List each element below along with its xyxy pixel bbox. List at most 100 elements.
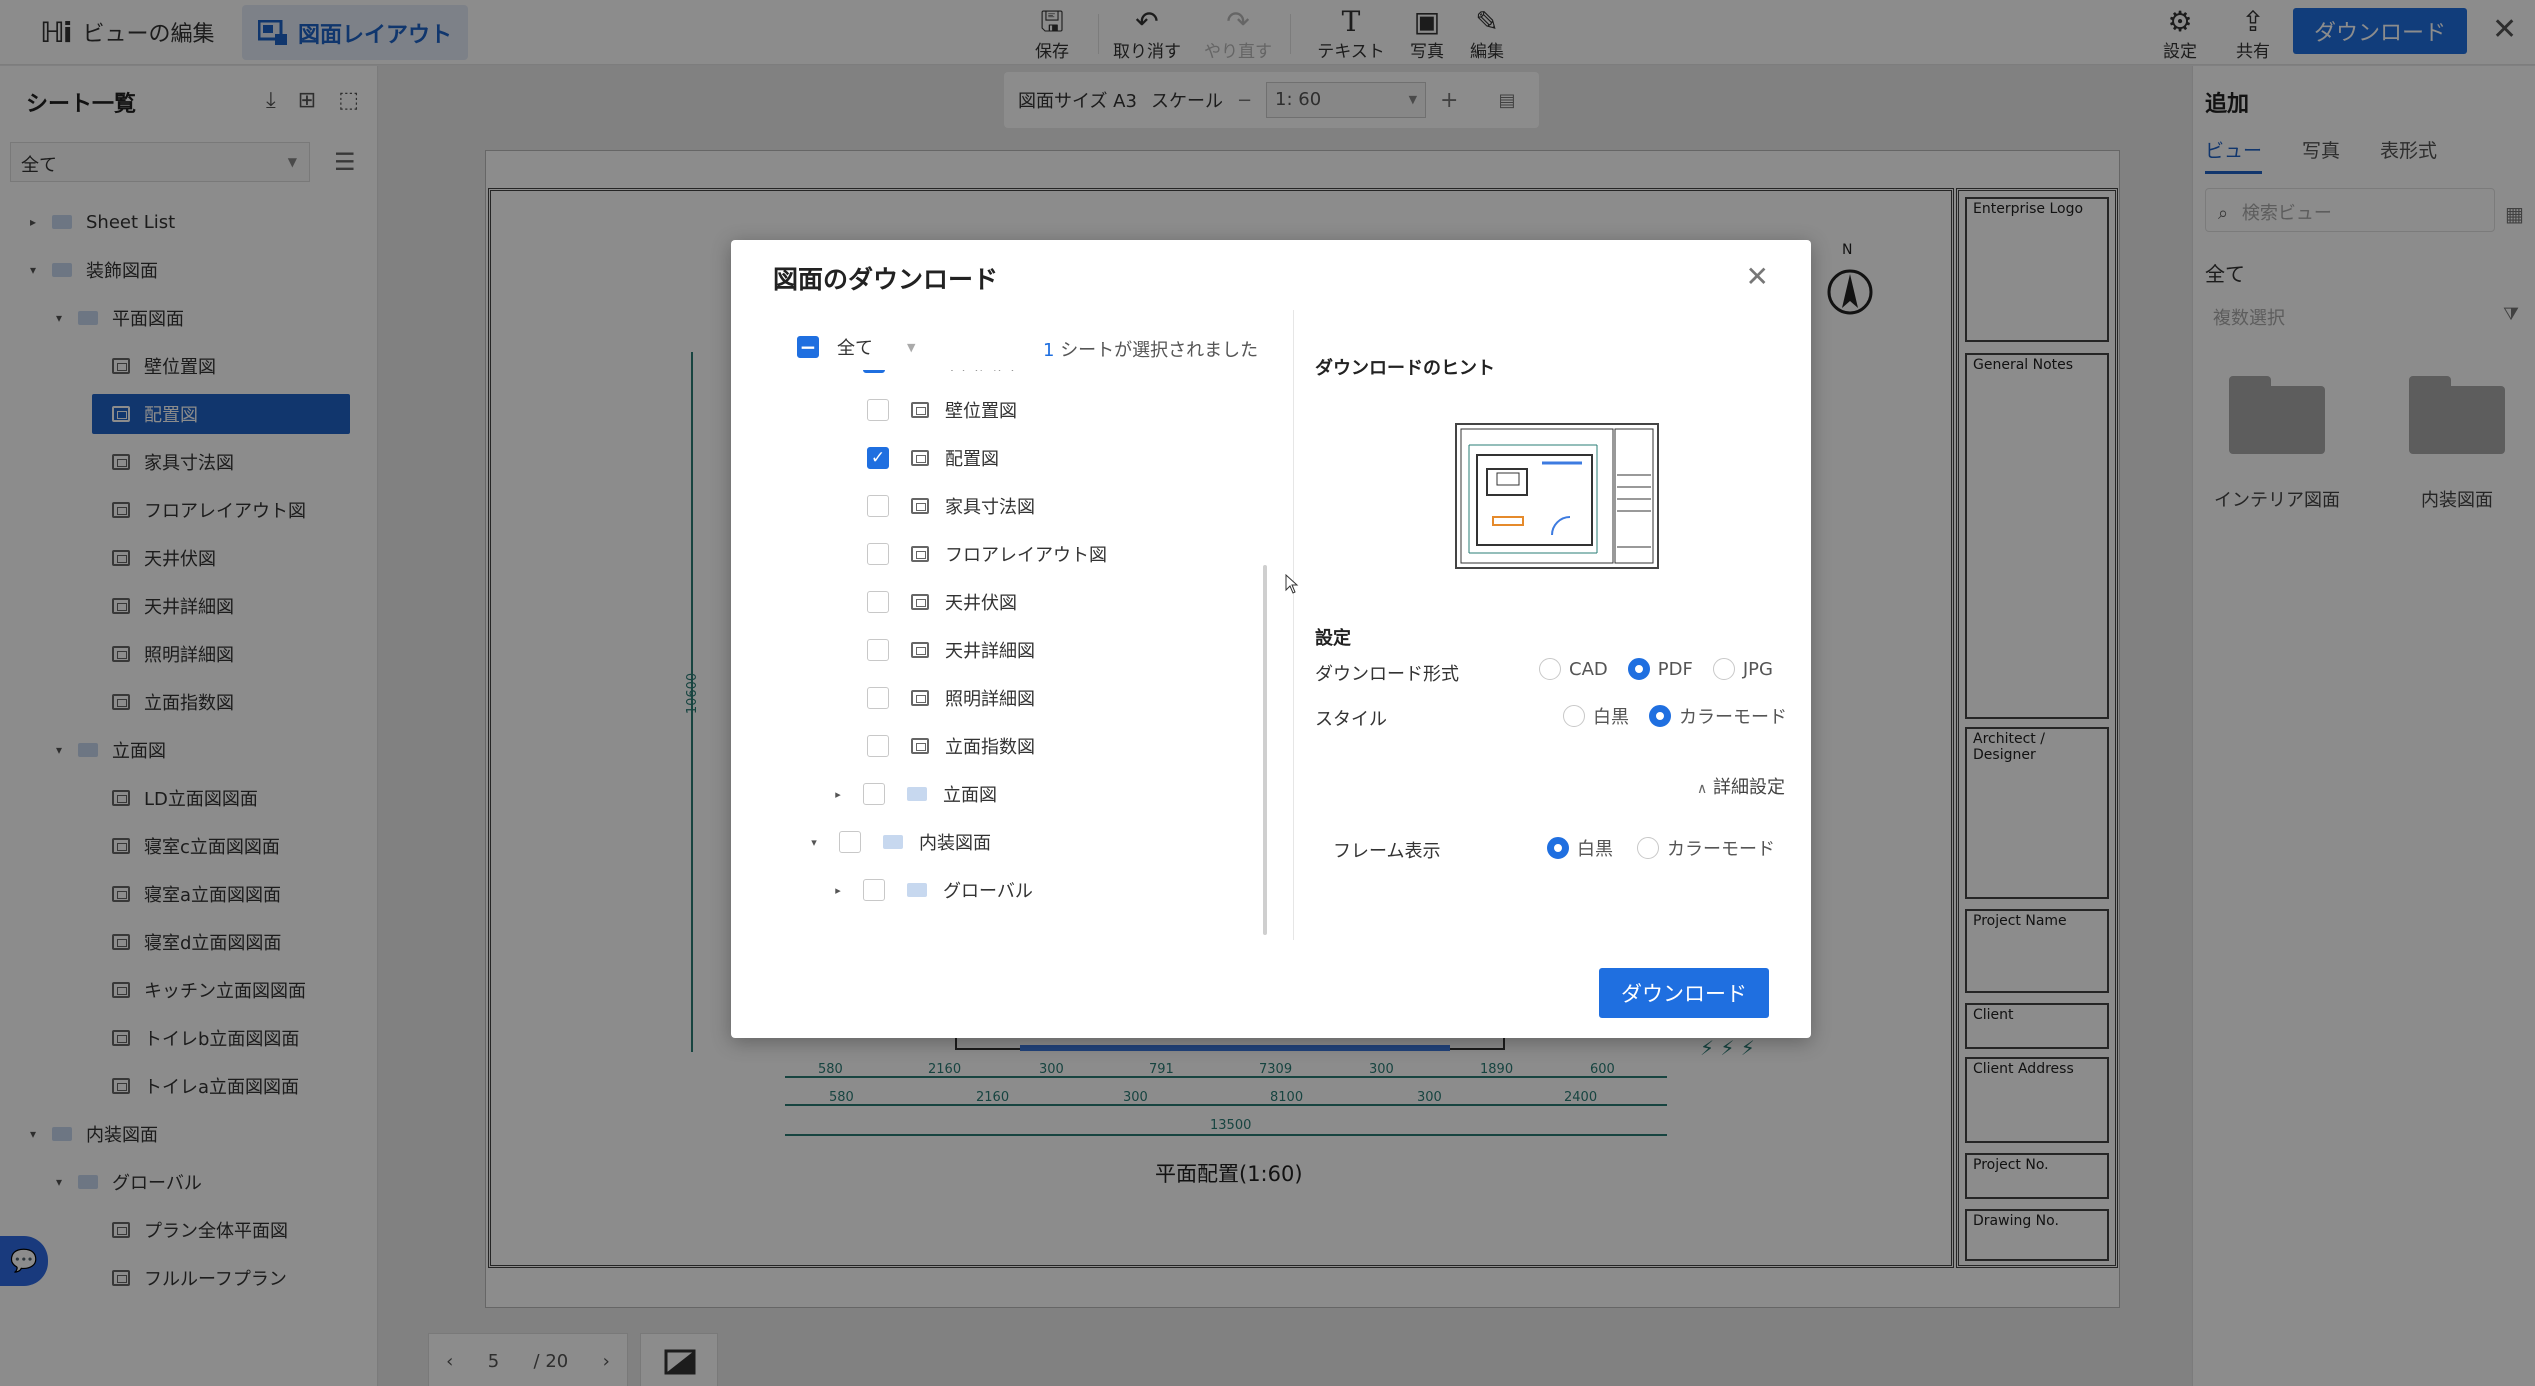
sheet-checkbox[interactable]	[839, 831, 861, 853]
download-tree-label: 家具寸法図	[945, 497, 1035, 518]
sheet-checkbox[interactable]	[867, 591, 889, 613]
download-tree-folder[interactable]: ▾−平面図面	[831, 370, 1015, 382]
download-tree-label: 天井伏図	[945, 593, 1017, 614]
radio-dot	[1547, 837, 1569, 859]
hint-preview-image	[1460, 428, 1654, 564]
download-tree-item[interactable]: 天井詳細図	[867, 630, 1035, 670]
sheet-checkbox[interactable]	[863, 783, 885, 805]
download-hint-preview	[1455, 423, 1659, 569]
download-dialog: 図面のダウンロード ✕ − 全て ▼ 1 シートが選択されました ▾ − 平面図面壁…	[731, 240, 1811, 1038]
style-radio-group: 白黒 カラーモード	[1563, 703, 1787, 729]
sheet-checkbox[interactable]	[867, 399, 889, 421]
format-pdf-label: PDF	[1657, 658, 1693, 680]
folder-icon	[907, 787, 927, 801]
frame-radio-group: 白黒 カラーモード	[1547, 835, 1775, 861]
download-tree-label: グローバル	[943, 881, 1033, 902]
frame-mono-radio[interactable]: 白黒	[1547, 835, 1613, 861]
sheet-icon	[911, 642, 929, 658]
radio-dot	[1637, 837, 1659, 859]
download-tree-label: 立面指数図	[945, 737, 1035, 758]
sheet-checkbox[interactable]: −	[863, 370, 885, 373]
settings-title: 設定	[1315, 628, 1351, 649]
download-tree-item[interactable]: 家具寸法図	[867, 486, 1035, 526]
frame-mono-label: 白黒	[1577, 839, 1613, 860]
frame-color-label: カラーモード	[1667, 839, 1775, 860]
download-tree-label: 天井詳細図	[945, 641, 1035, 662]
download-tree-label: 内装図面	[919, 833, 991, 854]
sheet-icon	[911, 498, 929, 514]
select-all-label: 全て	[837, 338, 873, 359]
sheet-checkbox[interactable]	[867, 495, 889, 517]
format-pdf-radio[interactable]: PDF	[1627, 658, 1693, 680]
frame-color-radio[interactable]: カラーモード	[1637, 835, 1775, 861]
radio-dot	[1627, 658, 1650, 680]
sheet-checkbox[interactable]: ✓	[867, 447, 889, 469]
folder-icon	[883, 835, 903, 849]
style-mono-radio[interactable]: 白黒	[1563, 703, 1629, 729]
download-tree-item[interactable]: ✓ 配置図	[867, 438, 999, 478]
selected-count: 1	[1043, 340, 1055, 361]
format-jpg-label: JPG	[1742, 658, 1773, 680]
sheet-icon	[911, 738, 929, 754]
mouse-cursor-icon	[1285, 574, 1299, 594]
sheet-icon	[911, 546, 929, 562]
sheet-checkbox[interactable]	[867, 735, 889, 757]
sheet-checkbox[interactable]	[863, 879, 885, 901]
download-tree-item[interactable]: 天井伏図	[867, 582, 1017, 622]
chevron-down-icon[interactable]: ▾	[807, 836, 821, 849]
radio-dot	[1539, 658, 1561, 680]
dialog-download-button[interactable]: ダウンロード	[1599, 968, 1769, 1018]
radio-dot	[1712, 658, 1735, 680]
download-tree-folder[interactable]: ▸ グローバル	[831, 870, 1033, 910]
format-radio-group: CAD PDF JPG	[1539, 658, 1773, 680]
format-label: ダウンロード形式	[1315, 664, 1459, 685]
chevron-up-icon: ∧	[1697, 781, 1708, 797]
format-cad-radio[interactable]: CAD	[1539, 658, 1608, 680]
chevron-right-icon[interactable]: ▸	[831, 884, 845, 897]
chevron-down-icon[interactable]: ▼	[907, 341, 915, 354]
select-all-checkbox[interactable]: −	[797, 335, 819, 359]
radio-dot	[1563, 705, 1585, 727]
sheet-icon	[911, 690, 929, 706]
download-tree-item[interactable]: 照明詳細図	[867, 678, 1035, 718]
sheet-checkbox[interactable]	[867, 543, 889, 565]
format-cad-label: CAD	[1569, 658, 1608, 680]
download-tree-folder[interactable]: ▸ 立面図	[831, 774, 997, 814]
advanced-settings-label: 詳細設定	[1712, 777, 1785, 798]
hint-title: ダウンロードのヒント	[1315, 358, 1495, 379]
selected-text: シートが選択されました	[1060, 340, 1259, 361]
sheet-checkbox[interactable]	[867, 639, 889, 661]
sheet-icon	[911, 402, 929, 418]
style-label: スタイル	[1315, 709, 1387, 730]
dialog-close-icon[interactable]: ✕	[1746, 260, 1769, 293]
style-color-radio[interactable]: カラーモード	[1649, 703, 1787, 729]
tree-scrollbar[interactable]	[1263, 565, 1267, 935]
download-tree-label: 立面図	[943, 785, 997, 806]
sheet-checkbox[interactable]	[867, 687, 889, 709]
sheet-icon	[911, 594, 929, 610]
frame-label: フレーム表示	[1333, 841, 1441, 862]
download-tree-folder[interactable]: ▾ 内装図面	[807, 822, 991, 862]
folder-icon	[907, 883, 927, 897]
download-tree-item[interactable]: 壁位置図	[867, 390, 1017, 430]
download-tree-item[interactable]: フロアレイアウト図	[867, 534, 1107, 574]
chevron-right-icon[interactable]: ▸	[831, 788, 845, 801]
download-tree-label: 平面図面	[943, 370, 1015, 375]
dialog-title: 図面のダウンロード	[773, 265, 999, 294]
style-color-label: カラーモード	[1679, 707, 1787, 728]
dialog-divider	[1293, 310, 1294, 940]
format-jpg-radio[interactable]: JPG	[1712, 658, 1773, 680]
sheet-icon	[911, 450, 929, 466]
advanced-settings-toggle[interactable]: ∧ 詳細設定	[1697, 773, 1785, 799]
download-tree-item[interactable]: 立面指数図	[867, 726, 1035, 766]
download-tree: ▾ − 平面図面壁位置図 ✓ 配置図家具寸法図フロアレイアウト図天井伏図天井詳細図照明詳…	[771, 370, 1261, 942]
download-tree-list: ▾ − 平面図面壁位置図 ✓ 配置図家具寸法図フロアレイアウト図天井伏図天井詳細図照明詳…	[771, 370, 1261, 942]
radio-dot	[1649, 705, 1671, 727]
selection-summary: 1 シートが選択されました	[1043, 336, 1258, 362]
select-all-row: − 全て ▼	[797, 334, 915, 360]
style-mono-label: 白黒	[1593, 707, 1629, 728]
download-tree-label: フロアレイアウト図	[945, 545, 1107, 566]
download-tree-label: 壁位置図	[945, 401, 1017, 422]
download-tree-label: 照明詳細図	[945, 689, 1035, 710]
download-tree-label: 配置図	[945, 449, 999, 470]
